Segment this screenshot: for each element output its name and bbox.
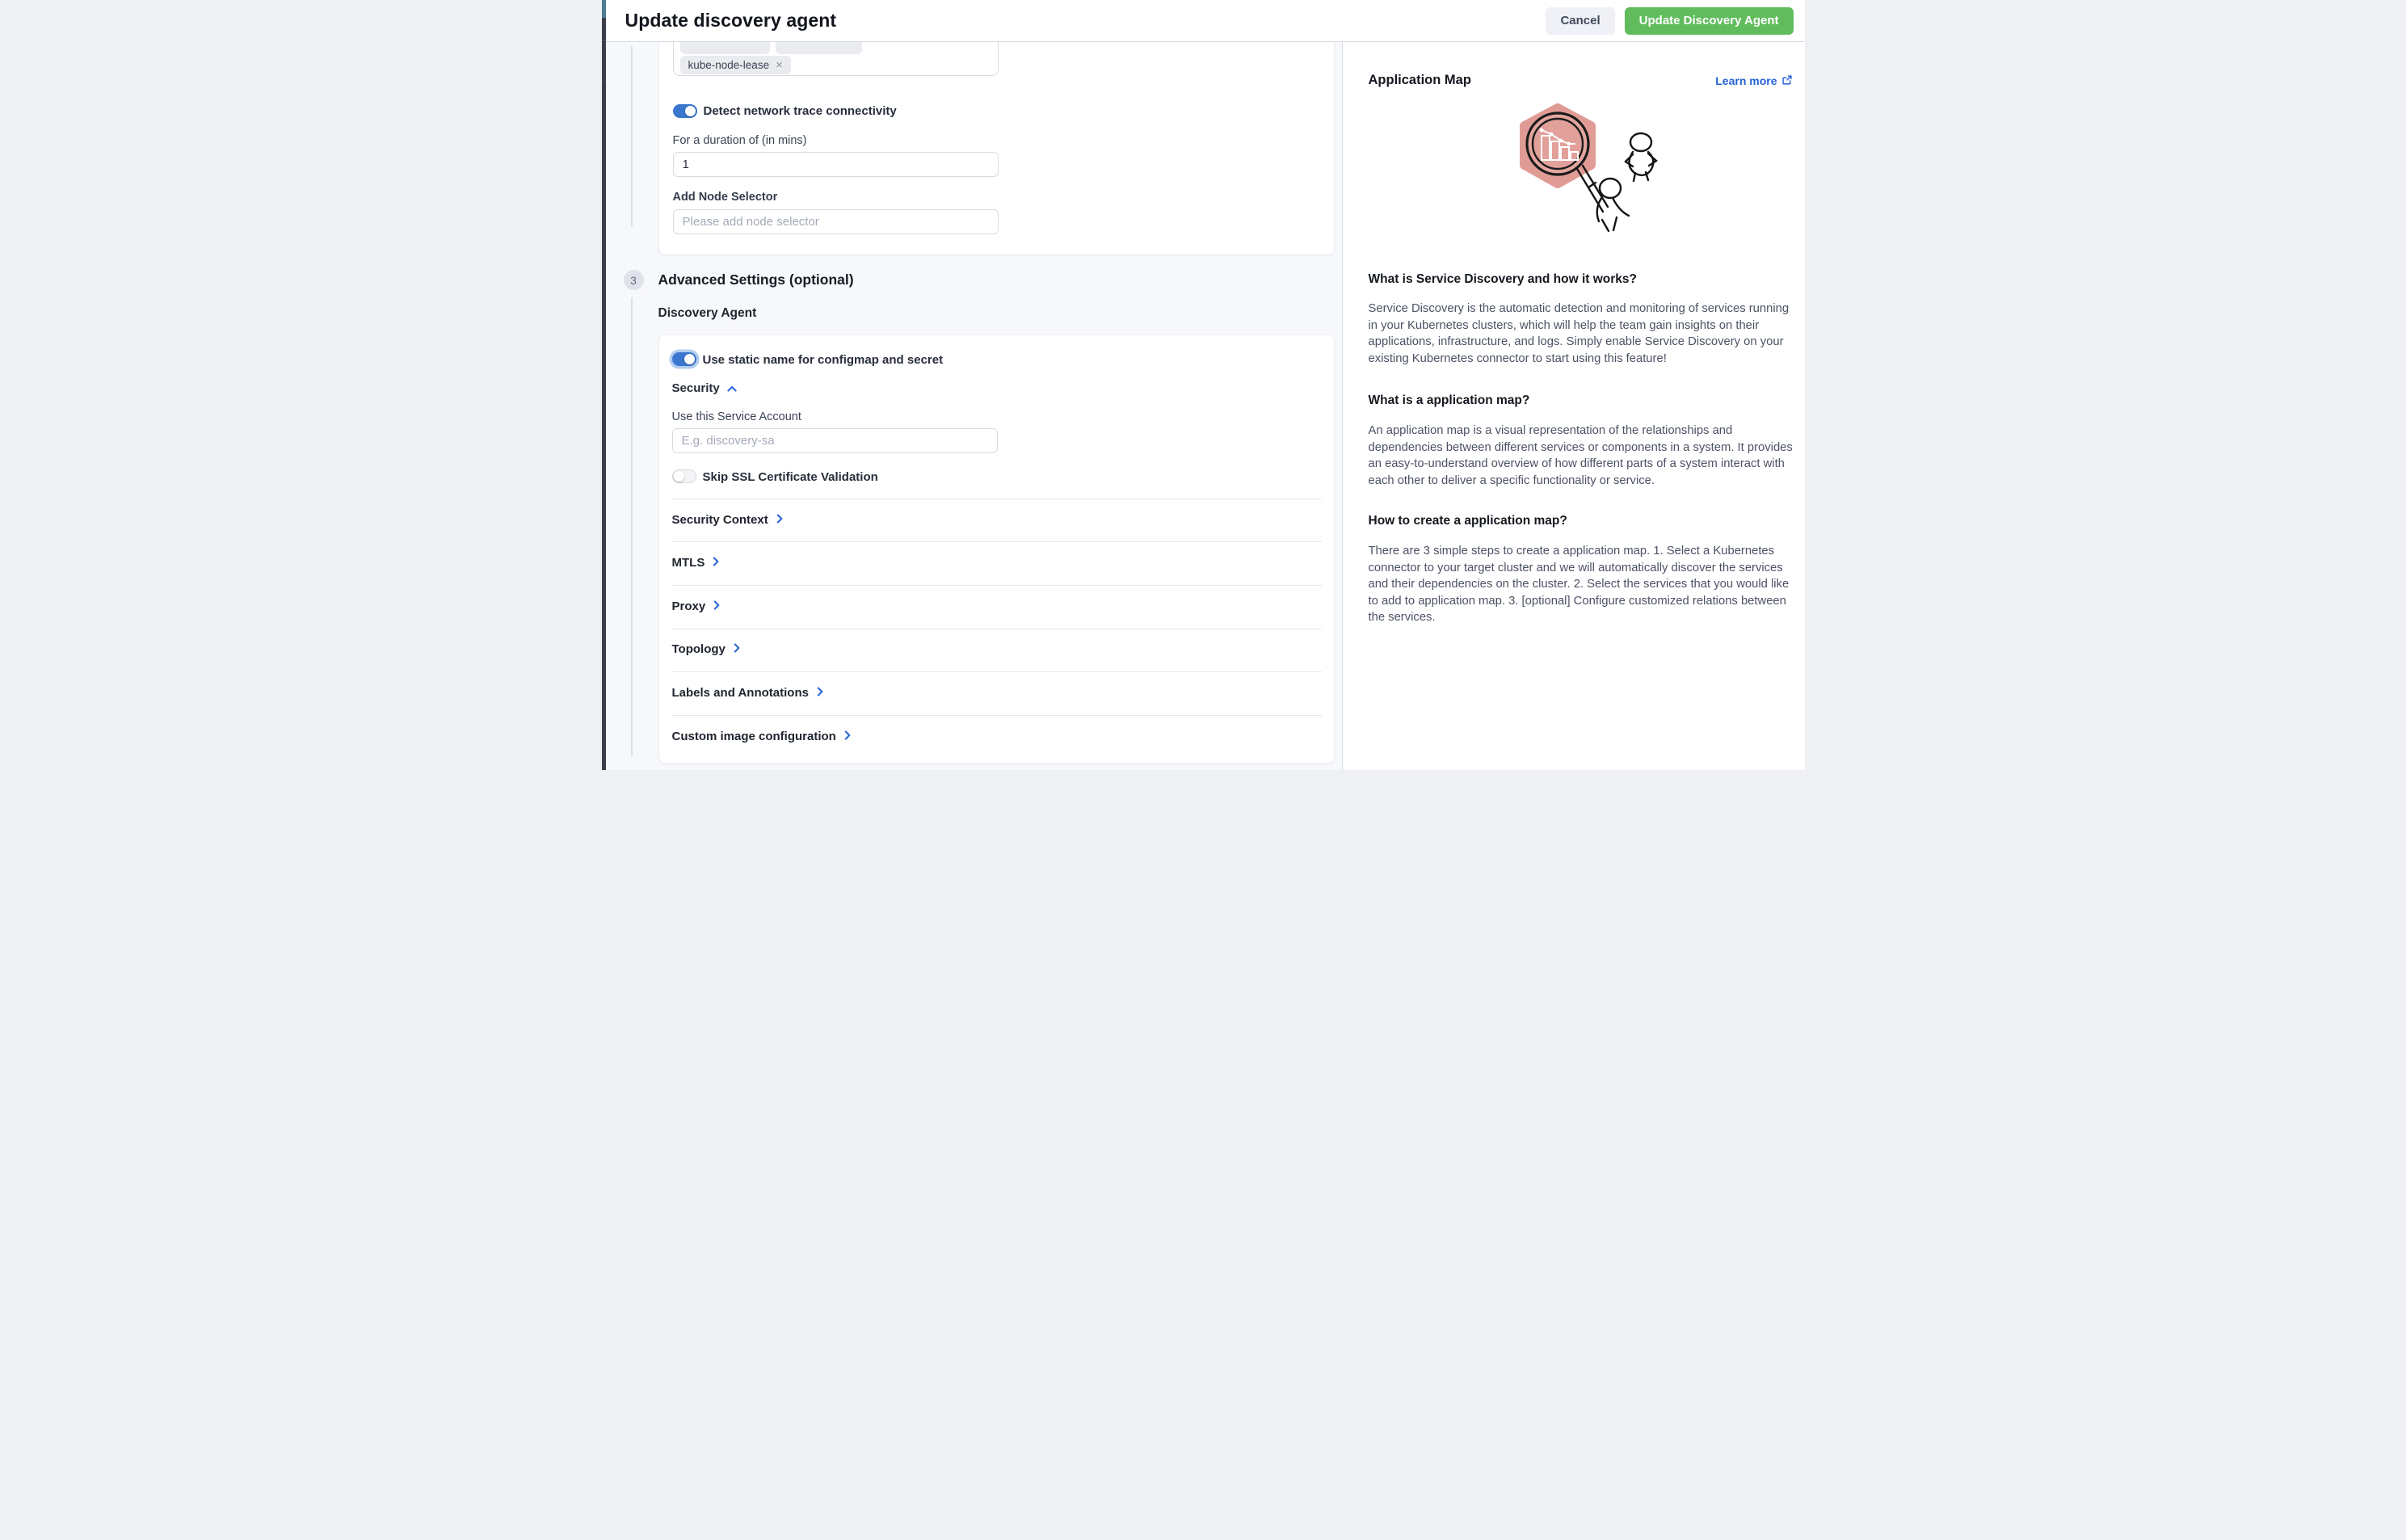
chip-remove-icon[interactable]: × [776, 59, 783, 71]
step3-number-badge: 3 [624, 270, 644, 290]
step3-title: Advanced Settings (optional) [658, 271, 854, 288]
static-name-toggle[interactable] [672, 352, 696, 366]
row-label: MTLS [672, 556, 705, 570]
mtls-row[interactable]: MTLS [672, 556, 720, 570]
custom-image-config-row[interactable]: Custom image configuration [672, 730, 851, 743]
security-section-label: Security [672, 381, 720, 395]
topology-row[interactable]: Topology [672, 642, 740, 656]
toggle-knob [674, 471, 684, 482]
chevron-right-icon [713, 556, 719, 570]
detect-network-trace-toggle[interactable] [673, 104, 697, 118]
namespace-chip[interactable]: kube-node-lease × [680, 56, 791, 74]
step2-card: kube-node-lease × Detect network trace c… [658, 18, 1335, 255]
panel-title: Application Map [1369, 73, 1471, 88]
security-context-row[interactable]: Security Context [672, 513, 783, 527]
row-label: Custom image configuration [672, 730, 836, 743]
stick-figure-standing [1626, 133, 1656, 181]
section-body: An application map is a visual represent… [1369, 423, 1794, 489]
nav-rail-active-segment [602, 0, 606, 18]
page-header: Update discovery agent Cancel Update Dis… [606, 0, 1805, 42]
chevron-right-icon [734, 642, 740, 656]
duration-label: For a duration of (in mins) [673, 134, 807, 147]
skip-ssl-toggle[interactable] [672, 469, 696, 483]
stepper-line-step2 [631, 46, 633, 227]
section-heading: How to create a application map? [1369, 514, 1567, 528]
toggle-knob [684, 354, 695, 364]
service-account-input[interactable] [672, 428, 998, 453]
update-discovery-agent-page: kube-node-lease × Detect network trace c… [602, 0, 1805, 770]
detect-network-trace-label: Detect network trace connectivity [704, 104, 897, 118]
section-divider [672, 715, 1322, 716]
chevron-right-icon [844, 730, 851, 743]
skip-ssl-label: Skip SSL Certificate Validation [703, 470, 878, 484]
learn-more-label: Learn more [1715, 74, 1777, 87]
section-divider [672, 585, 1322, 586]
stepper-line-step3 [631, 297, 633, 757]
discovery-agent-subtitle: Discovery Agent [658, 306, 757, 321]
chevron-right-icon [817, 686, 823, 700]
section-heading: What is a application map? [1369, 393, 1530, 408]
update-discovery-agent-button[interactable]: Update Discovery Agent [1625, 7, 1794, 35]
application-map-illustration [1512, 103, 1665, 241]
chevron-right-icon [776, 513, 783, 527]
section-divider [672, 671, 1322, 672]
section-heading: What is Service Discovery and how it wor… [1369, 272, 1638, 287]
page-title: Update discovery agent [625, 10, 837, 32]
section-divider [672, 541, 1322, 542]
row-label: Security Context [672, 513, 768, 527]
chip-label: kube-node-lease [688, 59, 770, 71]
chevron-up-icon [727, 381, 737, 395]
chevron-right-icon [713, 600, 720, 613]
duration-input[interactable] [673, 152, 999, 177]
row-label: Topology [672, 642, 726, 656]
stick-figure-holding [1596, 179, 1628, 231]
static-name-label: Use static name for configmap and secret [703, 353, 944, 367]
node-selector-input[interactable] [673, 209, 999, 234]
learn-more-link[interactable]: Learn more [1715, 74, 1791, 87]
proxy-row[interactable]: Proxy [672, 600, 721, 613]
toggle-knob [685, 106, 696, 116]
external-link-icon [1782, 74, 1792, 87]
service-account-label: Use this Service Account [672, 410, 801, 423]
cancel-button[interactable]: Cancel [1546, 7, 1614, 35]
security-section-toggle[interactable]: Security [672, 381, 737, 395]
left-nav-rail[interactable] [602, 0, 606, 770]
row-label: Proxy [672, 600, 706, 613]
node-selector-label: Add Node Selector [673, 191, 778, 204]
row-label: Labels and Annotations [672, 686, 809, 700]
section-body: Service Discovery is the automatic detec… [1369, 301, 1794, 367]
labels-annotations-row[interactable]: Labels and Annotations [672, 686, 823, 700]
section-body: There are 3 simple steps to create a app… [1369, 543, 1794, 626]
